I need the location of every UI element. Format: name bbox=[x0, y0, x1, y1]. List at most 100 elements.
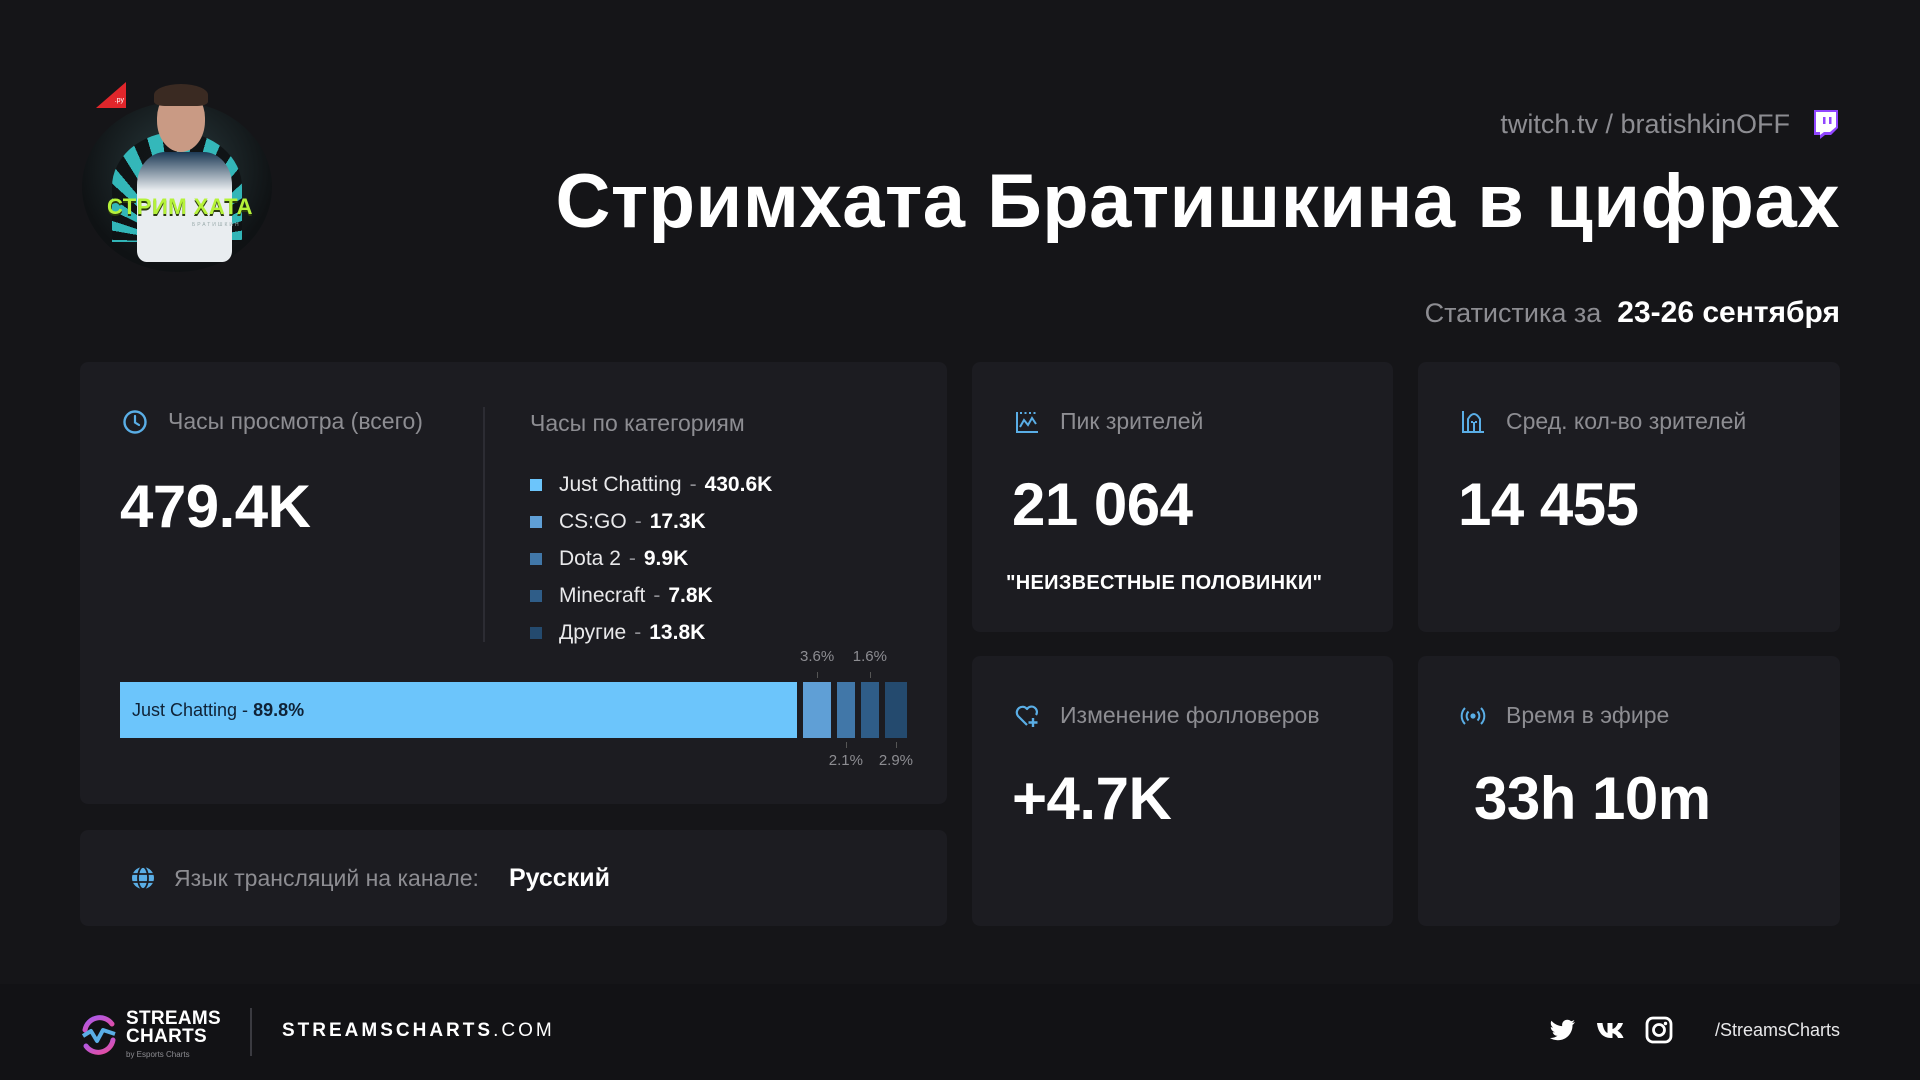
category-swatch bbox=[530, 478, 542, 491]
separator: - bbox=[634, 620, 642, 644]
followers-change-value: +4.7K bbox=[1012, 765, 1172, 832]
divider bbox=[483, 407, 485, 642]
period-value: 23-26 сентября bbox=[1617, 296, 1840, 329]
category-value: 13.8K bbox=[649, 620, 706, 644]
globe-icon bbox=[132, 866, 154, 890]
social-handle[interactable]: /StreamsCharts bbox=[1715, 1020, 1840, 1041]
airtime-value: 33h 10m bbox=[1474, 765, 1711, 832]
logo-by: by Esports Charts bbox=[126, 1050, 190, 1059]
category-item: Другие -13.8K bbox=[530, 614, 772, 651]
followers-change-label-text: Изменение фолловеров bbox=[1060, 702, 1320, 728]
separator: - bbox=[634, 509, 642, 533]
category-item: Dota 2-9.9K bbox=[530, 540, 772, 577]
footer: STREAMS CHARTS by Esports Charts STREAMS… bbox=[0, 984, 1920, 1080]
category-name: CS:GO bbox=[559, 509, 627, 533]
peak-viewers-value: 21 064 bbox=[1012, 471, 1193, 538]
clock-icon bbox=[123, 409, 147, 434]
category-name: Другие bbox=[559, 620, 627, 644]
streamscharts-logo-icon bbox=[81, 1014, 116, 1055]
category-value: 17.3K bbox=[649, 509, 706, 533]
watch-hours-label: Часы просмотра (всего) bbox=[122, 408, 423, 435]
bar-percent-label: 2.9% bbox=[878, 752, 914, 769]
twitter-icon[interactable] bbox=[1547, 1016, 1577, 1044]
watch-hours-label-text: Часы просмотра (всего) bbox=[168, 408, 423, 434]
broadcast-icon bbox=[1460, 706, 1486, 725]
bar-tick bbox=[869, 672, 871, 678]
average-viewers-value: 14 455 bbox=[1458, 471, 1639, 538]
language-value: Русский bbox=[508, 863, 610, 892]
category-swatch bbox=[530, 552, 542, 565]
peak-viewers-label: Пик зрителей bbox=[1014, 408, 1203, 435]
social-links: /StreamsCharts bbox=[1547, 1010, 1840, 1050]
airtime-label-text: Время в эфире bbox=[1506, 702, 1670, 728]
site-link-rest: .COM bbox=[493, 1020, 555, 1041]
category-share-bar: Just Chatting - 89.8% 3.6% 2.1% 1.6% 2.9% bbox=[120, 648, 913, 769]
site-link-bold: STREAMSCHARTS bbox=[282, 1020, 494, 1041]
category-item: Just Chatting -430.6K bbox=[530, 466, 772, 503]
page-title: Стримхата Братишкина в цифрах bbox=[555, 159, 1840, 244]
category-value: 9.9K bbox=[643, 546, 689, 570]
category-item: Minecraft -7.8K bbox=[530, 577, 772, 614]
stats-period: Статистика за 23-26 сентября bbox=[1425, 296, 1840, 330]
category-swatch bbox=[530, 589, 542, 602]
peak-viewers-card: Пик зрителей 21 064 "НЕИЗВЕСТНЫЕ ПОЛОВИН… bbox=[972, 362, 1393, 632]
language-row: Язык трансляций на канале: Русский bbox=[130, 830, 610, 926]
vk-icon[interactable] bbox=[1595, 1016, 1625, 1044]
peak-viewers-label-text: Пик зрителей bbox=[1060, 408, 1204, 434]
peak-chart-icon bbox=[1016, 411, 1038, 433]
separator: - bbox=[653, 583, 661, 607]
airtime-label: Время в эфире bbox=[1460, 702, 1669, 729]
category-name: Minecraft bbox=[559, 583, 646, 607]
bar-segment-5 bbox=[884, 682, 907, 738]
categories-title: Часы по категориям bbox=[530, 410, 745, 436]
category-name: Dota 2 bbox=[559, 546, 621, 570]
watch-hours-card: Часы просмотра (всего) 479.4K Часы по ка… bbox=[80, 362, 947, 804]
average-viewers-label: Сред. кол-во зрителей bbox=[1460, 408, 1746, 435]
watch-hours-value: 479.4K bbox=[120, 473, 311, 540]
categories-list: Just Chatting -430.6K CS:GO -17.3K Dota 2-… bbox=[530, 466, 772, 651]
category-swatch bbox=[530, 626, 542, 639]
channel-link-text[interactable]: twitch.tv / bratishkinOFF bbox=[1500, 109, 1790, 140]
channel-link[interactable]: twitch.tv / bratishkinOFF bbox=[1500, 108, 1840, 140]
instagram-icon[interactable] bbox=[1643, 1016, 1673, 1044]
bar-tick bbox=[845, 742, 847, 748]
streamscharts-logo-text: STREAMS CHARTS by Esports Charts bbox=[126, 1009, 221, 1059]
category-name: Just Chatting bbox=[559, 472, 682, 496]
site-link[interactable]: STREAMSCHARTS.COM bbox=[282, 1020, 555, 1042]
avatar-subtext: БРАТИШКИН bbox=[192, 222, 241, 228]
peak-stream-title: "НЕИЗВЕСТНЫЕ ПОЛОВИНКИ" bbox=[1006, 572, 1323, 594]
bar-segment-4 bbox=[860, 682, 879, 738]
avatar-tag-text: .ру bbox=[114, 97, 124, 104]
followers-change-card: Изменение фолловеров +4.7K bbox=[972, 656, 1393, 926]
heart-plus-icon bbox=[1015, 705, 1038, 727]
twitch-icon bbox=[1814, 110, 1838, 139]
avatar-logo-text: СТРИМ ХАТА bbox=[106, 194, 254, 219]
average-viewers-card: Сред. кол-во зрителей 14 455 bbox=[1418, 362, 1840, 632]
category-value: 430.6K bbox=[704, 472, 773, 496]
logo-line2: CHARTS bbox=[126, 1026, 207, 1047]
average-viewers-label-text: Сред. кол-во зрителей bbox=[1506, 408, 1747, 434]
avatar-figure-hair bbox=[154, 84, 208, 106]
separator: - bbox=[628, 546, 636, 570]
period-label: Статистика за bbox=[1424, 298, 1602, 328]
bar-percent-label: 1.6% bbox=[852, 648, 887, 665]
footer-divider bbox=[250, 1008, 252, 1056]
bar-main-label-name: Just Chatting - bbox=[132, 700, 254, 720]
language-label: Язык трансляций на канале: bbox=[174, 864, 479, 891]
bar-percent-label: 2.1% bbox=[828, 752, 863, 769]
bar-segment-2 bbox=[803, 682, 831, 738]
avatar-tag: .ру bbox=[96, 82, 126, 108]
language-card: Язык трансляций на канале: Русский bbox=[80, 830, 947, 926]
bar-tick bbox=[895, 742, 897, 748]
bar-segment-3 bbox=[836, 682, 855, 738]
airtime-card: Время в эфире 33h 10m bbox=[1418, 656, 1840, 926]
category-value: 7.8K bbox=[668, 583, 713, 607]
bar-segment-1: Just Chatting - 89.8% bbox=[120, 682, 798, 738]
streamscharts-logo[interactable]: STREAMS CHARTS by Esports Charts bbox=[80, 1009, 221, 1059]
channel-avatar: .ру СТРИМ ХАТА БРАТИШКИН bbox=[82, 82, 277, 277]
category-swatch bbox=[530, 515, 542, 528]
category-item: CS:GO -17.3K bbox=[530, 503, 772, 540]
average-chart-icon bbox=[1462, 410, 1484, 433]
bar-tick bbox=[817, 672, 819, 678]
followers-change-label: Изменение фолловеров bbox=[1014, 702, 1320, 729]
